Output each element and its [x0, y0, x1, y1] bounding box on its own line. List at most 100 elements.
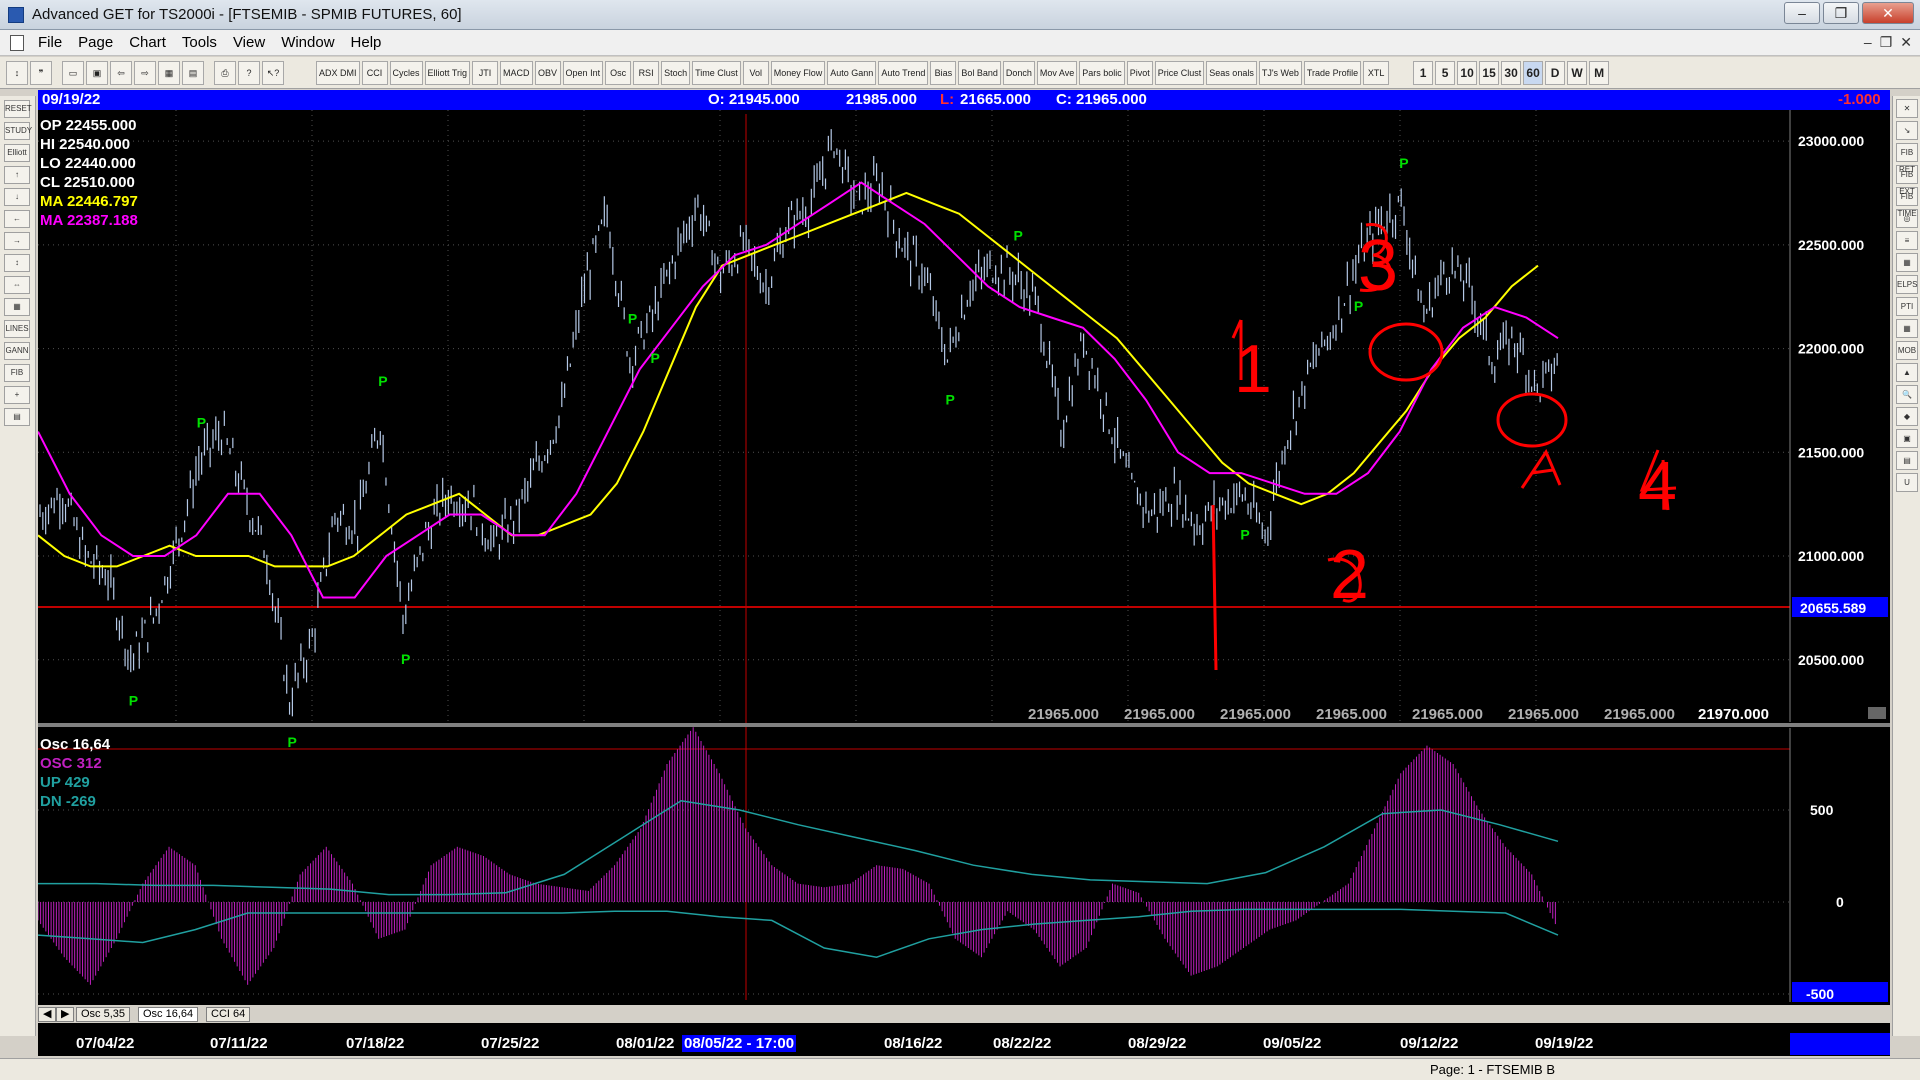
left-tool-10[interactable]: LINES: [4, 320, 30, 338]
chart-window[interactable]: 09/19/22 O: 21945.000 21985.000 L: 21665…: [38, 90, 1890, 1056]
study-button-adx-dmi[interactable]: ADX DMI: [316, 60, 360, 85]
left-tool-11[interactable]: GANN: [4, 342, 30, 360]
menu-help[interactable]: Help: [343, 34, 390, 51]
left-tool-4[interactable]: ↓: [4, 188, 30, 206]
study-button-auto-trend[interactable]: Auto Trend: [878, 60, 929, 85]
study-button-bol-band[interactable]: Bol Band: [958, 60, 1001, 85]
print-icon[interactable]: ⎙: [214, 60, 236, 85]
menu-window[interactable]: Window: [273, 34, 342, 51]
study-button-stoch[interactable]: Stoch: [661, 60, 691, 85]
right-tool-8[interactable]: ELPS: [1896, 275, 1918, 294]
study-button-cycles[interactable]: Cycles: [389, 60, 423, 85]
price-axis[interactable]: [1790, 110, 1890, 722]
right-tool-6[interactable]: ≡: [1896, 231, 1918, 250]
pointer-tool-icon[interactable]: ↕: [6, 60, 28, 85]
menu-view[interactable]: View: [225, 34, 273, 51]
left-tool-6[interactable]: →: [4, 232, 30, 250]
study-button-macd[interactable]: MACD: [500, 60, 533, 85]
price-chart-canvas[interactable]: PPPPPPPPPPPP 1 1 2 3 A 4 OP 22455.000 HI…: [38, 90, 1890, 1056]
left-tool-2[interactable]: Elliott: [4, 144, 30, 162]
left-tool-7[interactable]: ↕: [4, 254, 30, 272]
mdi-restore-button[interactable]: ❐: [1880, 34, 1893, 51]
tab-cci-64[interactable]: CCI 64: [206, 1007, 251, 1022]
right-tool-7[interactable]: ▦: [1896, 253, 1918, 272]
study-button-seas-onals[interactable]: Seas onals: [1206, 60, 1257, 85]
study-button-tj-s-web[interactable]: TJ's Web: [1258, 60, 1302, 85]
tab-scroll-left[interactable]: ◀: [38, 1007, 57, 1022]
left-tool-1[interactable]: STUDY: [4, 122, 32, 140]
back-icon[interactable]: ⇦: [110, 60, 132, 85]
interval-button-m[interactable]: M: [1589, 60, 1610, 85]
study-button-money-flow[interactable]: Money Flow: [770, 60, 826, 85]
study-button-auto-gann[interactable]: Auto Gann: [827, 60, 877, 85]
right-tool-2[interactable]: FIB RET: [1896, 143, 1918, 174]
minimize-button[interactable]: –: [1784, 2, 1820, 24]
tab-osc-16-64[interactable]: Osc 16,64: [138, 1007, 199, 1022]
right-tool-16[interactable]: ▤: [1896, 451, 1918, 470]
right-tool-17[interactable]: U: [1896, 473, 1918, 492]
left-tool-5[interactable]: ←: [4, 210, 30, 228]
quote-tool-icon[interactable]: ❞: [30, 60, 52, 85]
interval-button-1[interactable]: 1: [1413, 60, 1434, 85]
study-button-elliott-trig[interactable]: Elliott Trig: [424, 60, 471, 85]
right-tool-11[interactable]: MOB: [1896, 341, 1918, 360]
right-tool-1[interactable]: ↘: [1896, 121, 1918, 140]
right-tool-15[interactable]: ▣: [1896, 429, 1918, 448]
tab-osc-5-35[interactable]: Osc 5,35: [76, 1007, 131, 1022]
study-button-pars-bolic[interactable]: Pars bolic: [1079, 60, 1125, 85]
menu-file[interactable]: File: [30, 34, 70, 51]
interval-button-10[interactable]: 10: [1457, 60, 1478, 85]
right-tool-10[interactable]: ▦: [1896, 319, 1918, 338]
right-tool-13[interactable]: 🔍: [1896, 385, 1918, 404]
help-pointer-icon[interactable]: ↖?: [262, 60, 284, 85]
study-button-osc[interactable]: Osc: [605, 60, 632, 85]
grid-icon[interactable]: ▦: [158, 60, 180, 85]
study-button-open-int[interactable]: Open Int: [562, 60, 604, 85]
right-tool-14[interactable]: ◆: [1896, 407, 1918, 426]
left-tool-9[interactable]: ▦: [4, 298, 30, 316]
study-button-trade-profile[interactable]: Trade Profile: [1303, 60, 1362, 85]
left-tool-8[interactable]: ⇔: [4, 276, 30, 294]
close-button[interactable]: ✕: [1862, 2, 1914, 24]
interval-button-w[interactable]: W: [1567, 60, 1588, 85]
study-button-price-clust[interactable]: Price Clust: [1154, 60, 1205, 85]
document-icon[interactable]: [10, 34, 24, 51]
study-button-rsi[interactable]: RSI: [633, 60, 660, 85]
interval-button-60[interactable]: 60: [1523, 60, 1544, 85]
menu-tools[interactable]: Tools: [174, 34, 225, 51]
right-tool-12[interactable]: ▲: [1896, 363, 1918, 382]
date-axis[interactable]: 07/04/22 07/11/22 07/18/22 07/25/22 08/0…: [38, 1033, 1890, 1055]
menu-page[interactable]: Page: [70, 34, 121, 51]
interval-button-30[interactable]: 30: [1501, 60, 1522, 85]
left-tool-14[interactable]: ▤: [4, 408, 30, 426]
interval-button-15[interactable]: 15: [1479, 60, 1500, 85]
left-tool-3[interactable]: ↑: [4, 166, 30, 184]
pane-splitter[interactable]: [38, 723, 1890, 727]
expand-icon[interactable]: [1868, 707, 1886, 719]
study-button-bias[interactable]: Bias: [930, 60, 957, 85]
study-button-cci[interactable]: CCI: [361, 60, 388, 85]
tab-scroll-right[interactable]: ▶: [56, 1007, 75, 1022]
study-button-obv[interactable]: OBV: [534, 60, 561, 85]
maximize-button[interactable]: ❐: [1823, 2, 1859, 24]
open-icon[interactable]: ▣: [86, 60, 108, 85]
hint-icon[interactable]: ?: [238, 60, 260, 85]
osc-axis[interactable]: [1790, 728, 1890, 1002]
study-button-jti[interactable]: JTI: [472, 60, 499, 85]
mdi-minimize-button[interactable]: –: [1864, 34, 1872, 51]
left-tool-0[interactable]: RESET: [4, 100, 32, 118]
tile-icon[interactable]: ▤: [182, 60, 204, 85]
study-button-time-clust[interactable]: Time Clust: [692, 60, 741, 85]
interval-button-5[interactable]: 5: [1435, 60, 1456, 85]
forward-icon[interactable]: ⇨: [134, 60, 156, 85]
interval-button-d[interactable]: D: [1545, 60, 1566, 85]
study-button-donch[interactable]: Donch: [1002, 60, 1035, 85]
study-button-xtl[interactable]: XTL: [1363, 60, 1390, 85]
mdi-close-button[interactable]: ✕: [1900, 34, 1912, 51]
new-page-icon[interactable]: ▭: [62, 60, 84, 85]
right-tool-9[interactable]: PTI: [1896, 297, 1918, 316]
menu-chart[interactable]: Chart: [121, 34, 174, 51]
left-tool-12[interactable]: FIB: [4, 364, 30, 382]
study-button-mov-ave[interactable]: Mov Ave: [1036, 60, 1078, 85]
right-tool-0[interactable]: ✕: [1896, 99, 1918, 118]
